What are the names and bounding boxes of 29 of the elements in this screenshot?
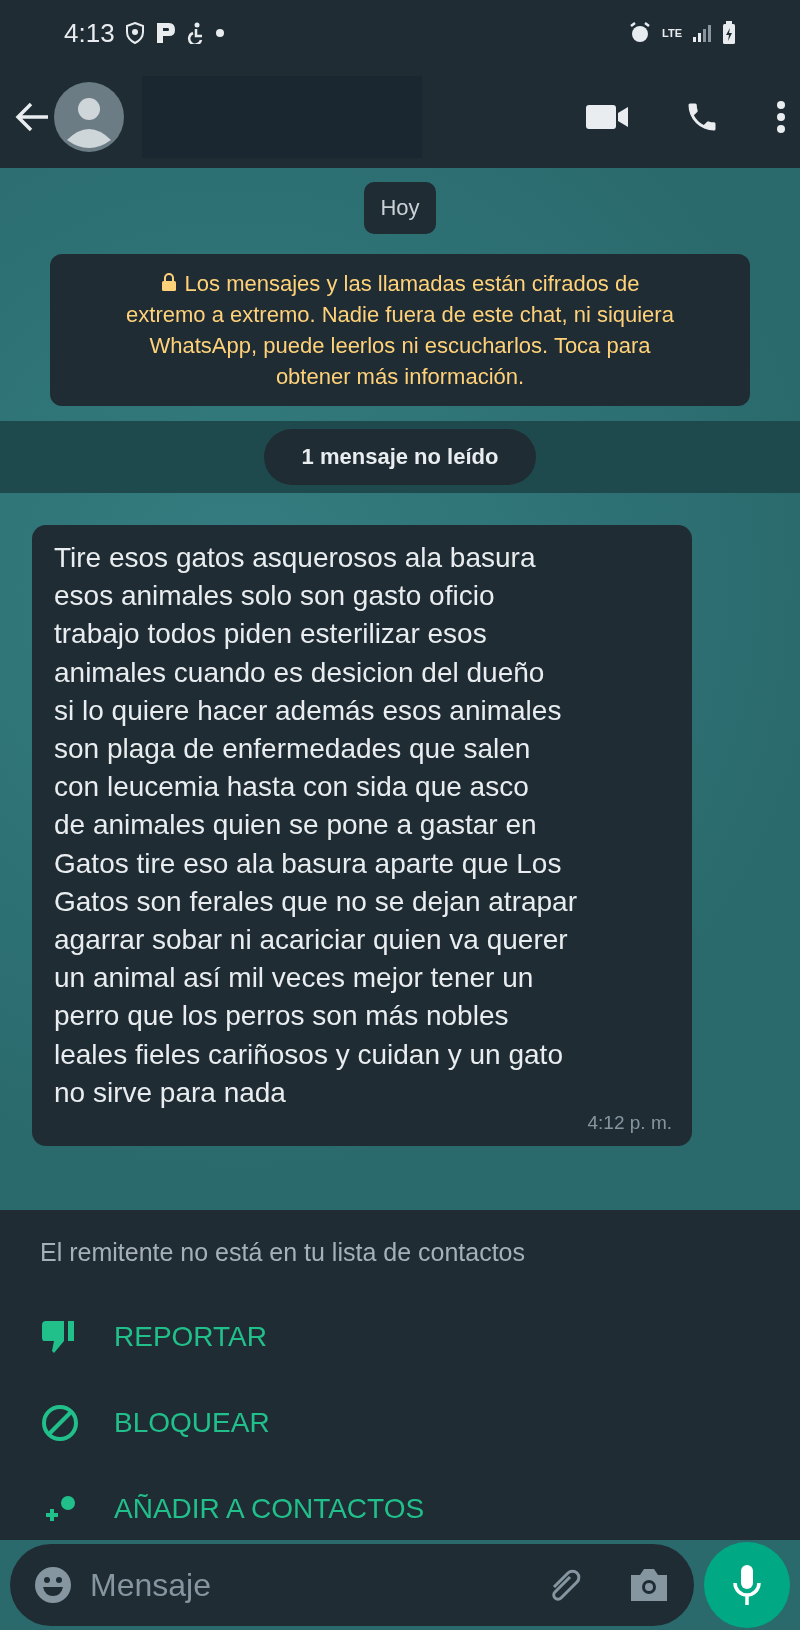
battery-icon <box>722 21 736 45</box>
unknown-sender-notice: El remitente no está en tu lista de contactos <box>40 1238 525 1268</box>
signal-icon <box>692 23 712 43</box>
status-time: 4:13 <box>64 17 115 49</box>
shield-icon <box>124 22 145 44</box>
microphone-icon <box>732 1563 762 1607</box>
notification-dot-icon <box>214 28 225 38</box>
unread-chip: 1 mensaje no leído <box>263 429 537 485</box>
date-chip: Hoy <box>364 182 436 234</box>
parking-icon <box>154 21 177 45</box>
message-time: 4:12 p. m. <box>587 1112 672 1135</box>
camera-icon[interactable] <box>628 1567 670 1603</box>
add-contact-icon <box>44 1495 76 1523</box>
lock-icon <box>160 273 177 291</box>
add-action[interactable]: AÑADIR A CONTACTOS <box>40 1492 425 1526</box>
encryption-notice[interactable]: Los mensajes y las llamadas están cifrados de extremo a extremo. Nadie fuera de este chat, ni siquiera WhatsApp, puede leerlos ni escucharlos. Toca para obtener más información. <box>50 254 750 406</box>
emoji-icon[interactable] <box>34 1566 72 1604</box>
back-button[interactable] <box>14 101 50 133</box>
message-text: Tire esos gatos asquerosos ala basura esos animales solo son gasto oficio trabajo todos piden esterilizar esos animales cuando es desicion del dueño si lo quiere hacer además esos animales son plaga de enfermedades que salen con leucemia hasta con sida que asco de animales quien se pone a gastar en Gatos tire eso ala basura aparte que Los Gatos son ferales que no se dejan atrapar agarrar sobar ni acariciar quien va querer un animal así mil veces mejor tener un perro que los perros son más nobles leales fieles cariñosos y cuidan y un gato no sirve para nada <box>54 541 578 1110</box>
avatar-icon[interactable] <box>54 82 124 152</box>
video-call-button[interactable] <box>586 103 628 131</box>
more-options-button[interactable] <box>776 100 786 134</box>
block-icon <box>40 1403 80 1443</box>
report-action[interactable]: REPORTAR <box>40 1320 267 1354</box>
accessibility-icon <box>186 22 205 44</box>
message-input[interactable]: Mensaje <box>88 1565 530 1605</box>
message-field[interactable]: Mensaje <box>10 1544 694 1626</box>
block-action[interactable]: BLOQUEAR <box>40 1406 270 1440</box>
network-type: LTE <box>662 27 682 39</box>
